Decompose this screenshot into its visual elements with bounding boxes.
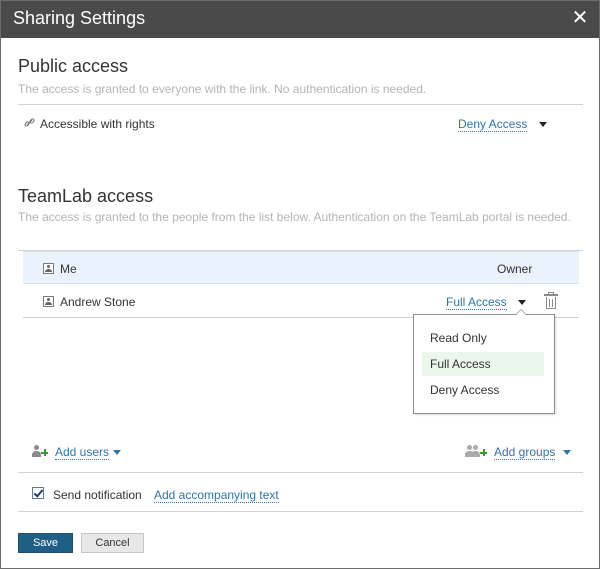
add-group-icon[interactable] (465, 445, 487, 458)
divider (18, 104, 583, 105)
user-rights: Owner (497, 262, 533, 276)
add-users-label[interactable]: Add users (55, 445, 110, 460)
save-button[interactable]: Save (18, 533, 73, 553)
menu-pointer (515, 309, 527, 315)
user-icon (43, 263, 54, 274)
menu-item-deny-access[interactable]: Deny Access (422, 378, 544, 402)
table-row (23, 251, 579, 284)
chevron-down-icon[interactable] (518, 300, 527, 306)
add-groups-label[interactable]: Add groups (494, 445, 556, 460)
cancel-button[interactable]: Cancel (81, 533, 144, 553)
add-users-button[interactable]: Add users (55, 445, 122, 460)
add-accompanying-text-label[interactable]: Add accompanying text (154, 488, 279, 503)
menu-item-read-only[interactable]: Read Only (422, 326, 544, 350)
user-icon (43, 296, 54, 307)
user-rights-dropdown[interactable]: Full Access (446, 295, 527, 310)
send-notification-label: Send notification (53, 488, 142, 502)
sharing-settings-dialog: Sharing Settings ✕ Public access The acc… (0, 0, 600, 569)
add-user-icon[interactable] (32, 445, 48, 458)
public-rights-value[interactable]: Deny Access (458, 117, 528, 132)
trash-icon[interactable] (544, 292, 558, 309)
dialog-titlebar: Sharing Settings ✕ (1, 1, 599, 38)
teamlab-access-heading: TeamLab access (18, 186, 154, 206)
add-groups-button[interactable]: Add groups (494, 445, 571, 460)
chevron-down-icon[interactable] (538, 122, 547, 128)
chevron-down-icon[interactable] (113, 450, 122, 456)
accessible-with-rights-label: Accessible with rights (40, 117, 155, 131)
teamlab-access-description: The access is granted to the people from… (18, 210, 571, 224)
public-access-heading: Public access (18, 56, 129, 76)
close-icon[interactable]: ✕ (571, 7, 589, 29)
user-name: Andrew Stone (60, 295, 136, 309)
public-rights-dropdown[interactable]: Deny Access (458, 117, 547, 132)
chevron-down-icon[interactable] (562, 450, 571, 456)
public-access-description: The access is granted to everyone with t… (18, 82, 427, 96)
menu-item-full-access[interactable]: Full Access (422, 352, 544, 376)
divider (18, 472, 583, 473)
chain-link-icon (24, 118, 35, 127)
rights-dropdown-menu: Read Only Full Access Deny Access (413, 309, 555, 414)
user-name: Me (60, 262, 77, 276)
send-notification-checkbox[interactable] (32, 487, 44, 499)
user-rights-value[interactable]: Full Access (446, 295, 507, 310)
divider (18, 511, 583, 512)
dialog-title: Sharing Settings (13, 8, 146, 28)
add-accompanying-text-link[interactable]: Add accompanying text (154, 488, 279, 503)
